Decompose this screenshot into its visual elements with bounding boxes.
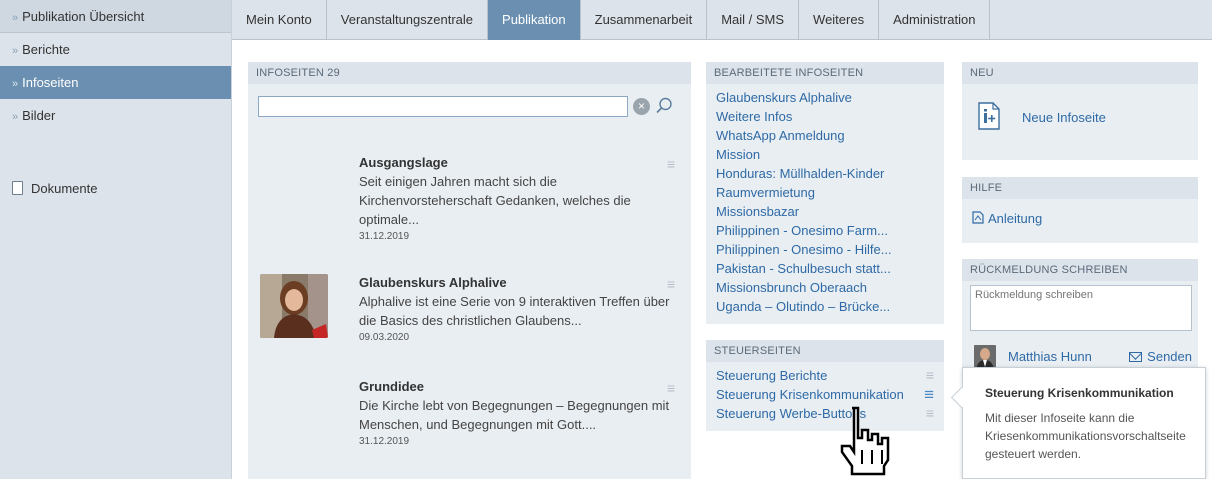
avatar <box>974 345 996 369</box>
sidebar-item-label: Infoseiten <box>22 75 79 90</box>
sidebar-item-label: Bilder <box>22 108 56 123</box>
hilfe-heading: HILFE <box>962 177 1198 199</box>
info-document-icon[interactable] <box>978 102 1000 130</box>
article-description: Seit einigen Jahren macht sich die Kirch… <box>359 174 631 227</box>
sidebar-item-label: Dokumente <box>31 181 98 196</box>
infoseiten-heading: INFOSEITEN 29 <box>248 62 691 84</box>
hamburger-menu-icon[interactable]: ≡ <box>667 276 675 292</box>
bearbeitete-heading: BEARBEITETE INFOSEITEN <box>706 62 944 84</box>
rueckmeldung-heading: RÜCKMELDUNG SCHREIBEN <box>962 259 1198 281</box>
article-text: Glaubenskurs Alphalive Alphalive ist ein… <box>359 274 677 343</box>
article-title[interactable]: Grundidee <box>359 378 677 396</box>
feedback-textarea[interactable] <box>970 285 1192 331</box>
top-navigation: Mein Konto Veranstaltungszentrale Publik… <box>232 0 1212 40</box>
anleitung-label: Anleitung <box>988 211 1043 226</box>
middle-column: BEARBEITETE INFOSEITEN Glaubenskurs Alph… <box>706 62 944 431</box>
bearbeitete-link[interactable]: Uganda – Olutindo – Brücke... <box>716 297 934 316</box>
topnav-filler <box>990 0 1212 39</box>
bearbeitete-link[interactable]: Mission <box>716 145 934 164</box>
article-title[interactable]: Ausgangslage <box>359 154 677 172</box>
clear-icon[interactable]: × <box>633 98 650 115</box>
list-item[interactable]: Grundidee Die Kirche lebt von Begegnunge… <box>248 378 691 468</box>
user-name[interactable]: Matthias Hunn <box>1008 349 1092 364</box>
steuerseite-label[interactable]: Steuerung Berichte <box>716 368 827 383</box>
bearbeitete-link[interactable]: Weitere Infos <box>716 107 934 126</box>
article-date: 09.03.2020 <box>359 332 410 343</box>
list-item[interactable]: Glaubenskurs Alphalive Alphalive ist ein… <box>248 274 691 364</box>
mail-icon <box>1129 352 1143 362</box>
neu-heading: NEU <box>962 62 1198 84</box>
bearbeitete-link[interactable]: Pakistan - Schulbesuch statt... <box>716 259 934 278</box>
tab-zusammenarbeit[interactable]: Zusammenarbeit <box>581 0 708 40</box>
search-row: × <box>248 84 691 124</box>
tab-veranstaltungszentrale[interactable]: Veranstaltungszentrale <box>327 0 489 40</box>
sidebar: » Publikation Übersicht » Berichte » Infose… <box>0 0 232 479</box>
article-thumbnail <box>260 274 328 338</box>
article-date: 31.12.2019 <box>359 231 410 242</box>
right-column: NEU Neue Infoseite HILFE Anleitung RÜCKM… <box>962 62 1198 384</box>
list-item[interactable]: Ausgangslage Seit einigen Jahren macht s… <box>248 154 691 244</box>
steuerseite-item[interactable]: Steuerung Berichte ≡ <box>716 366 934 385</box>
infoseiten-panel: INFOSEITEN 29 × Ausgangslage Seit einige… <box>248 62 691 479</box>
search-icon[interactable] <box>654 96 674 116</box>
sidebar-item-publikation-uebersicht[interactable]: » Publikation Übersicht <box>0 0 231 33</box>
tooltip: Steuerung Krisenkommunikation Mit dieser… <box>962 367 1206 479</box>
article-text: Ausgangslage Seit einigen Jahren macht s… <box>359 154 677 242</box>
article-description: Die Kirche lebt von Begegnungen – Begegn… <box>359 398 670 432</box>
neu-box: Neue Infoseite <box>962 84 1198 160</box>
sidebar-item-infoseiten[interactable]: » Infoseiten <box>0 66 231 99</box>
search-input[interactable] <box>258 96 628 117</box>
article-thumbnail-image <box>260 274 328 338</box>
tooltip-title: Steuerung Krisenkommunikation <box>985 386 1174 400</box>
steuerseite-item[interactable]: Steuerung Krisenkommunikation ≡ <box>716 385 934 404</box>
hamburger-menu-icon[interactable]: ≡ <box>926 366 934 385</box>
pdf-icon <box>972 211 984 224</box>
send-label: Senden <box>1147 349 1192 364</box>
infoseiten-heading-label: INFOSEITEN <box>256 67 325 79</box>
hamburger-menu-icon[interactable]: ≡ <box>926 404 934 423</box>
anleitung-link[interactable]: Anleitung <box>972 211 1042 226</box>
chevron-right-icon: » <box>12 78 19 90</box>
chevron-right-icon: » <box>12 12 19 24</box>
sidebar-item-bilder[interactable]: » Bilder <box>0 99 231 132</box>
bearbeitete-link[interactable]: Missionsbazar <box>716 202 934 221</box>
article-title[interactable]: Glaubenskurs Alphalive <box>359 274 677 292</box>
bearbeitete-link[interactable]: Philippinen - Onesimo - Hilfe... <box>716 240 934 259</box>
steuerseiten-heading: STEUERSEITEN <box>706 340 944 362</box>
sidebar-item-label: Berichte <box>22 42 70 57</box>
sidebar-item-dokumente[interactable]: Dokumente <box>0 172 231 205</box>
article-text: Grundidee Die Kirche lebt von Begegnunge… <box>359 378 677 447</box>
bearbeitete-link[interactable]: Missionsbrunch Oberaach <box>716 278 934 297</box>
steuerseite-label[interactable]: Steuerung Werbe-Buttons <box>716 406 866 421</box>
hamburger-menu-icon[interactable]: ≡ <box>667 156 675 172</box>
tab-weiteres[interactable]: Weiteres <box>799 0 880 40</box>
hilfe-box: Anleitung <box>962 199 1198 243</box>
sidebar-item-label: Publikation Übersicht <box>22 9 145 24</box>
hamburger-menu-icon[interactable]: ≡ <box>924 385 934 404</box>
steuerseiten-list: Steuerung Berichte ≡ Steuerung Krisenkomm… <box>706 362 944 431</box>
chevron-right-icon: » <box>12 111 19 123</box>
bearbeitete-link[interactable]: Honduras: Müllhalden-Kinder <box>716 164 934 183</box>
bearbeitete-link[interactable]: Philippinen - Onesimo Farm... <box>716 221 934 240</box>
steuerseite-item[interactable]: Steuerung Werbe-Buttons ≡ <box>716 404 934 423</box>
article-description: Alphalive ist eine Serie von 9 interakti… <box>359 294 670 328</box>
bearbeitete-link[interactable]: WhatsApp Anmeldung <box>716 126 934 145</box>
tab-administration[interactable]: Administration <box>879 0 991 40</box>
hamburger-menu-icon[interactable]: ≡ <box>667 380 675 396</box>
infoseiten-count: 29 <box>327 67 340 79</box>
send-button[interactable]: Senden <box>1129 349 1192 364</box>
sidebar-item-berichte[interactable]: » Berichte <box>0 33 231 66</box>
steuerseite-label[interactable]: Steuerung Krisenkommunikation <box>716 387 904 402</box>
tooltip-text: Mit dieser Infoseite kann die Kriesenkom… <box>985 411 1186 461</box>
bearbeitete-link[interactable]: Glaubenskurs Alphalive <box>716 88 934 107</box>
bearbeitete-list: Glaubenskurs Alphalive Weitere Infos Wha… <box>706 84 944 324</box>
document-icon <box>12 181 23 195</box>
tab-mail-sms[interactable]: Mail / SMS <box>707 0 800 40</box>
tab-publikation[interactable]: Publikation <box>488 0 581 40</box>
bearbeitete-link[interactable]: Raumvermietung <box>716 183 934 202</box>
tab-mein-konto[interactable]: Mein Konto <box>232 0 327 40</box>
chevron-right-icon: » <box>12 45 19 57</box>
article-date: 31.12.2019 <box>359 436 410 447</box>
neue-infoseite-link[interactable]: Neue Infoseite <box>1022 110 1106 125</box>
